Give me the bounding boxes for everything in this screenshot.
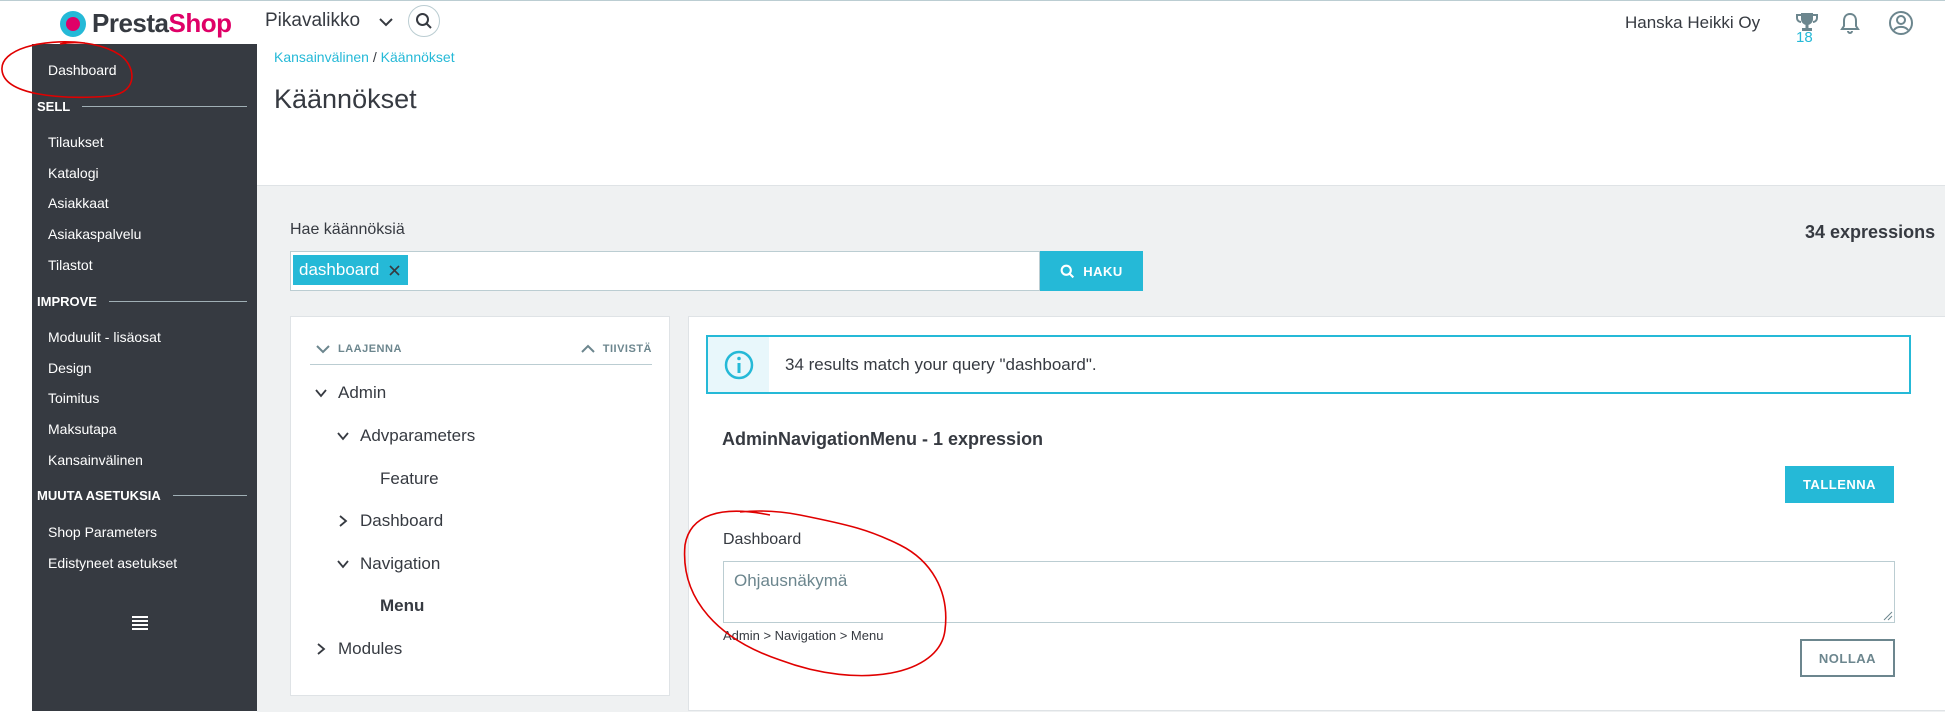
chevron-down-icon (337, 560, 349, 569)
tree-node-label: Menu (380, 596, 425, 615)
search-icon (416, 13, 432, 29)
sidebar-section-sell: SELL (37, 99, 247, 114)
tree-node-admin[interactable]: Admin (314, 383, 386, 403)
breadcrumb: Kansainvälinen / Käännökset (274, 49, 455, 65)
sidebar-item-shop-parameters[interactable]: Shop Parameters (48, 524, 157, 540)
domain-title: AdminNavigationMenu - 1 expression (722, 429, 1044, 449)
search-tag[interactable]: dashboard (293, 255, 409, 285)
breadcrumb-item-international[interactable]: Kansainvälinen (274, 49, 369, 65)
info-alert-icon-box (708, 337, 769, 392)
translation-textarea[interactable]: Ohjausnäkymä (723, 561, 1895, 623)
sidebar-item-customer-service[interactable]: Asiakaspalvelu (48, 226, 141, 242)
divider (172, 495, 247, 496)
search-icon (1060, 264, 1075, 278)
search-label: Hae käännöksiä (290, 221, 405, 238)
section-title: SELL (37, 99, 71, 114)
tree-node-modules[interactable]: Modules (314, 639, 402, 659)
translation-path: Admin > Navigation > Menu (723, 628, 884, 643)
resize-grip-icon[interactable] (1881, 609, 1893, 621)
page-title: Käännökset (274, 84, 417, 114)
reset-button[interactable]: NOLLAA (1800, 639, 1895, 677)
search-submit-label: HAKU (1083, 263, 1123, 279)
sidebar-section-configure: MUUTA ASETUKSIA (37, 488, 247, 503)
sidebar-item-payment[interactable]: Maksutapa (48, 421, 116, 437)
brand-part1: Presta (92, 8, 169, 38)
collapse-all-label: TIIVISTÄ (602, 343, 652, 355)
tree-node-label: Advparameters (360, 426, 476, 445)
sidebar-item-catalog[interactable]: Katalogi (48, 165, 99, 181)
brand-part2: Shop (168, 8, 233, 38)
shop-name[interactable]: Hanska Heikki Oy (1625, 13, 1760, 33)
chevron-down-icon (315, 389, 327, 398)
sidebar-item-stats[interactable]: Tilastot (48, 257, 93, 273)
tree-node-label: Navigation (360, 554, 441, 573)
search-tag-label: dashboard (299, 260, 380, 279)
chevron-down-icon (316, 345, 330, 354)
divider (108, 301, 247, 302)
chevron-down-icon[interactable] (378, 14, 394, 30)
sidebar-section-improve: IMPROVE (37, 294, 247, 309)
breadcrumb-separator: / (372, 49, 377, 65)
tree-node-feature[interactable]: Feature (380, 469, 439, 489)
bell-icon[interactable] (1838, 11, 1862, 35)
tree-node-menu[interactable]: Menu (380, 596, 424, 616)
expand-all-button[interactable]: LAAJENNA (316, 343, 402, 355)
sidebar-item-orders[interactable]: Tilaukset (48, 134, 104, 150)
prestashop-logo[interactable]: PrestaShop (60, 8, 232, 39)
logo-icon (60, 10, 86, 37)
trophy-count: 18 (1796, 29, 1813, 46)
section-title: IMPROVE (37, 294, 97, 309)
sidebar: Dashboard SELL Tilaukset Katalogi Asiakk… (32, 44, 257, 711)
tree-node-advparameters[interactable]: Advparameters (336, 426, 475, 446)
close-icon[interactable] (389, 264, 400, 276)
menu-collapse-icon[interactable] (132, 616, 148, 630)
search-submit-button[interactable]: HAKU (1040, 251, 1143, 291)
chevron-right-icon (339, 515, 348, 527)
sidebar-item-shipping[interactable]: Toimitus (48, 390, 99, 406)
sidebar-item-advanced-parameters[interactable]: Edistyneet asetukset (48, 555, 177, 571)
sidebar-item-international[interactable]: Kansainvälinen (48, 452, 143, 468)
tree-node-label: Dashboard (360, 511, 444, 530)
sidebar-item-modules[interactable]: Moduulit - lisäosat (48, 329, 161, 345)
save-button[interactable]: TALLENNA (1785, 466, 1894, 503)
divider (82, 106, 247, 107)
tree-node-navigation[interactable]: Navigation (336, 554, 440, 574)
chevron-down-icon (337, 432, 349, 441)
expression-count: 34 expressions (1805, 222, 1936, 242)
tree-node-dashboard[interactable]: Dashboard (336, 511, 443, 531)
search-button[interactable] (408, 5, 440, 37)
chevron-up-icon (581, 344, 595, 353)
quick-access-label[interactable]: Pikavalikko (265, 10, 360, 32)
tree-node-label: Feature (380, 469, 439, 488)
tree-controls: LAAJENNA TIIVISTÄ (310, 338, 652, 365)
translation-key-label: Dashboard (723, 531, 802, 548)
tree-node-label: Modules (338, 639, 403, 658)
user-icon[interactable] (1888, 10, 1914, 36)
sidebar-item-customers[interactable]: Asiakkaat (48, 195, 109, 211)
breadcrumb-item-translations[interactable]: Käännökset (381, 49, 455, 65)
sidebar-item-design[interactable]: Design (48, 360, 92, 376)
tree-node-label: Admin (338, 383, 387, 402)
section-title: MUUTA ASETUKSIA (37, 488, 161, 503)
info-icon (724, 350, 753, 379)
info-alert-text: 34 results match your query "dashboard". (785, 355, 1097, 374)
sidebar-item-dashboard[interactable]: Dashboard (48, 62, 117, 78)
chevron-right-icon (317, 643, 326, 655)
collapse-all-button[interactable]: TIIVISTÄ (581, 343, 652, 355)
expand-all-label: LAAJENNA (338, 343, 402, 355)
